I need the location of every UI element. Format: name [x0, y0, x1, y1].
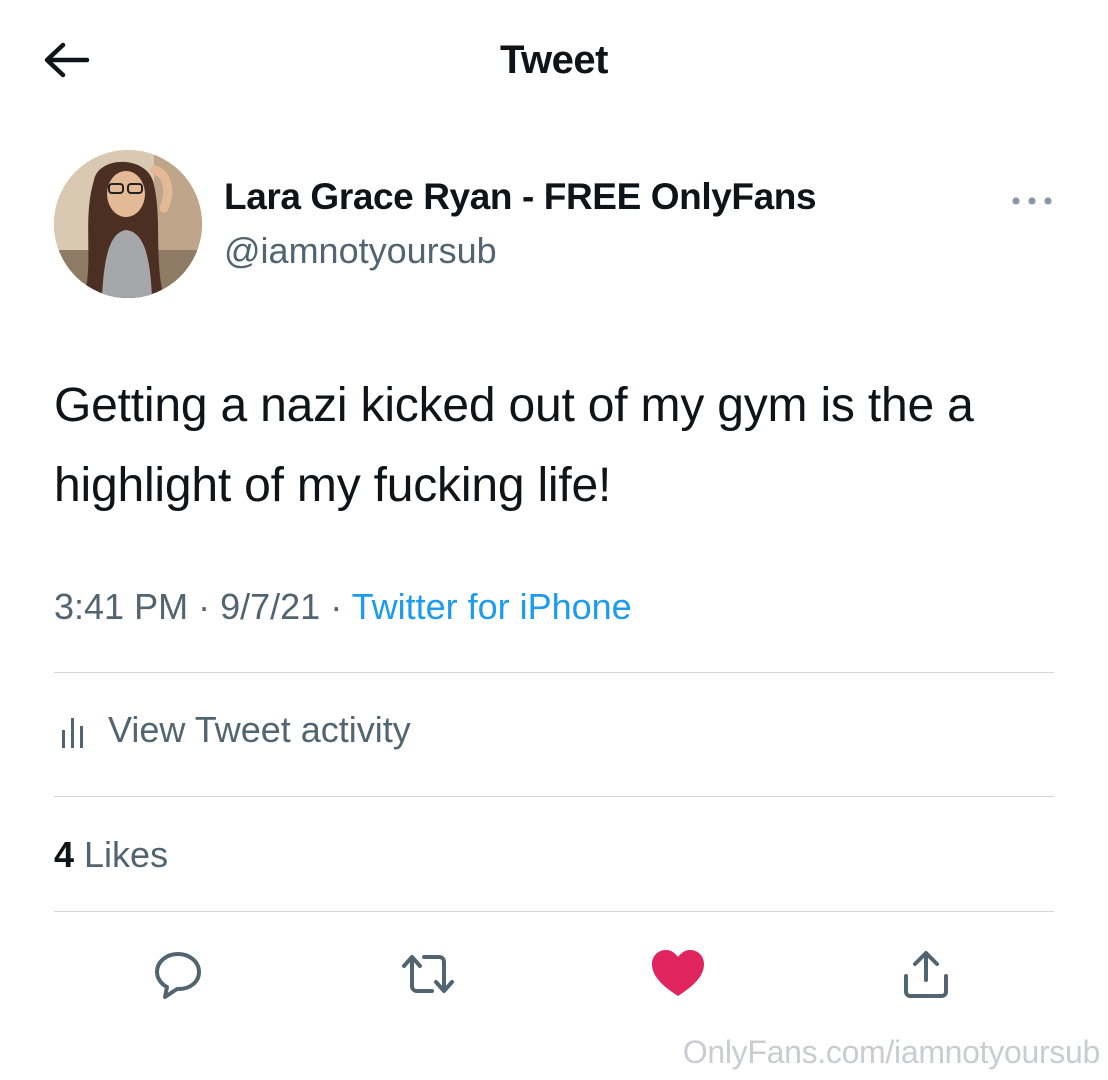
share-button[interactable] — [896, 944, 956, 1004]
retweet-icon — [402, 955, 454, 993]
likes-count-link[interactable]: 4 Likes — [54, 834, 168, 876]
view-tweet-activity-label: View Tweet activity — [108, 709, 411, 750]
view-tweet-activity-button[interactable]: View Tweet activity — [54, 700, 411, 760]
author-handle[interactable]: @iamnotyoursub — [224, 230, 497, 272]
tweet-meta: 3:41 PM · 9/7/21 · Twitter for iPhone — [54, 586, 632, 628]
share-icon — [904, 951, 948, 998]
top-bar: Tweet — [0, 0, 1108, 120]
avatar-photo — [54, 150, 202, 298]
tweet-time: 3:41 PM — [54, 586, 189, 627]
tweet-text: Getting a nazi kicked out of my gym is t… — [54, 379, 974, 512]
tweet-date: 9/7/21 — [220, 586, 321, 627]
reply-button[interactable] — [148, 944, 208, 1004]
like-button[interactable] — [648, 944, 708, 1004]
likes-label: Likes — [84, 834, 169, 875]
retweet-button[interactable] — [398, 944, 458, 1004]
meta-separator: · — [330, 586, 343, 627]
likes-count: 4 — [54, 834, 75, 875]
bar-chart-icon — [54, 710, 94, 750]
more-dots-icon — [1012, 197, 1052, 205]
reply-bubble-icon — [155, 952, 201, 999]
meta-separator: · — [198, 586, 211, 627]
watermark: OnlyFans.com/iamnotyoursub — [682, 1034, 1101, 1070]
page-title: Tweet — [500, 38, 608, 82]
tweet-source-link[interactable]: Twitter for iPhone — [352, 586, 632, 627]
divider — [54, 796, 1054, 797]
author-display-name[interactable]: Lara Grace Ryan - FREE OnlyFans — [224, 176, 817, 218]
avatar[interactable] — [54, 150, 202, 298]
divider — [54, 672, 1054, 673]
heart-filled-icon — [652, 950, 704, 996]
divider — [54, 911, 1054, 912]
more-options-button[interactable] — [1002, 184, 1062, 218]
